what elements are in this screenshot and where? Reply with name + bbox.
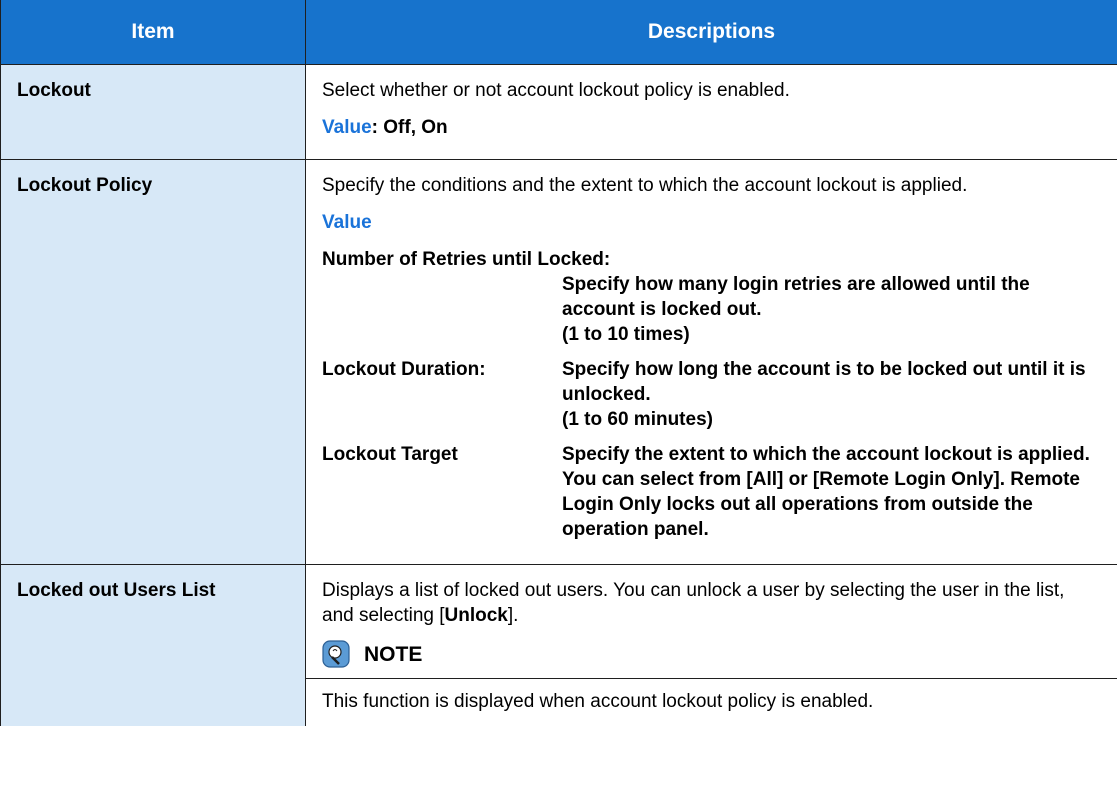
setting-target-name: Lockout Target xyxy=(322,444,458,465)
table-row-locked-out-users: Locked out Users List Displays a list of… xyxy=(0,564,1117,726)
setting-target-description: Specify the extent to which the account … xyxy=(562,444,1090,540)
item-lockout: Lockout xyxy=(0,64,306,160)
setting-retries-description: Specify how many login retries are allow… xyxy=(562,274,1030,320)
header-descriptions: Descriptions xyxy=(305,0,1117,65)
table-row-lockout-policy: Lockout Policy Specify the conditions an… xyxy=(0,159,1117,565)
settings-table: Item Descriptions Lockout Select whether… xyxy=(0,0,1117,726)
item-lockout-policy: Lockout Policy xyxy=(0,159,306,565)
locked-out-users-text: Displays a list of locked out users. You… xyxy=(322,580,1065,626)
setting-retries-range: (1 to 10 times) xyxy=(562,324,690,345)
table-header-row: Item Descriptions xyxy=(0,0,1117,65)
note-lightbulb-icon xyxy=(322,640,350,668)
lockout-policy-settings: Number of Retries until Locked: Specify … xyxy=(322,247,1101,542)
unlock-label: Unlock xyxy=(444,605,508,626)
description-lockout: Select whether or not account lockout po… xyxy=(305,64,1117,160)
note-text: This function is displayed when account … xyxy=(322,691,874,712)
note-divider xyxy=(306,678,1117,679)
lockout-text: Select whether or not account lockout po… xyxy=(322,80,790,101)
description-locked-out-users: Displays a list of locked out users. You… xyxy=(305,564,1117,726)
value-options: : Off, On xyxy=(371,117,448,138)
lockout-policy-text: Specify the conditions and the extent to… xyxy=(322,175,968,196)
setting-duration-name: Lockout Duration: xyxy=(322,359,486,380)
note-title: NOTE xyxy=(364,642,423,666)
note-header: NOTE xyxy=(322,640,1101,668)
value-label: Value xyxy=(322,212,372,233)
value-label: Value xyxy=(322,117,372,138)
header-item: Item xyxy=(0,0,306,65)
item-locked-out-users-list: Locked out Users List xyxy=(0,564,306,726)
setting-retries-name: Number of Retries until Locked: xyxy=(322,249,611,270)
description-lockout-policy: Specify the conditions and the extent to… xyxy=(305,159,1117,565)
table-row-lockout: Lockout Select whether or not account lo… xyxy=(0,64,1117,160)
lockout-value: Value: Off, On xyxy=(322,115,1101,140)
setting-duration-range: (1 to 60 minutes) xyxy=(562,409,713,430)
setting-duration-description: Specify how long the account is to be lo… xyxy=(562,359,1086,405)
